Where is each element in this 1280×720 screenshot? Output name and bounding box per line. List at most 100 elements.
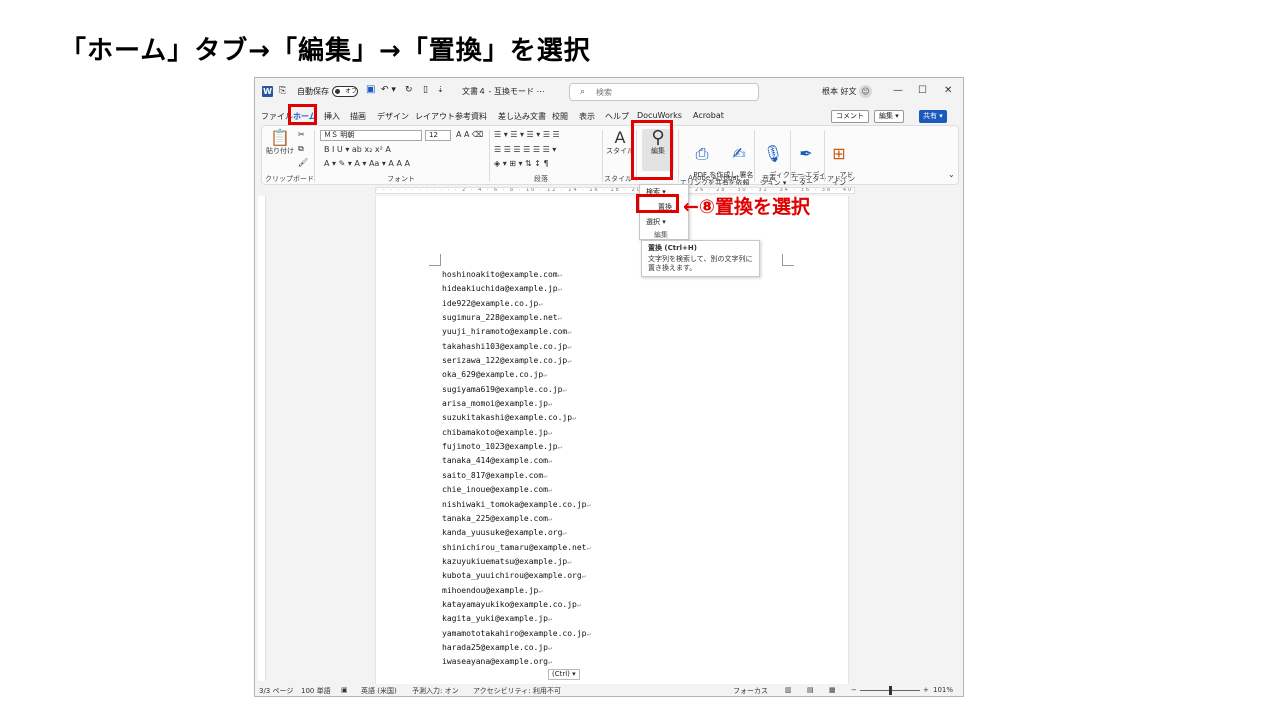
- web-layout-icon[interactable]: ▦: [829, 686, 836, 694]
- paste-options-button[interactable]: (Ctrl) ▾: [548, 669, 580, 680]
- tab-help[interactable]: ヘルプ: [605, 111, 629, 122]
- email-text: chibamakoto@example.jp: [442, 427, 548, 437]
- document-line[interactable]: serizawa_122@example.co.jp↵: [442, 354, 591, 368]
- paragraph-mark-icon: ↵: [547, 486, 553, 495]
- paragraph-mark-icon: ↵: [538, 586, 543, 595]
- email-text: tanaka_414@example.com: [442, 456, 548, 466]
- document-line[interactable]: tanaka_225@example.com↵: [442, 512, 591, 526]
- document-line[interactable]: yamamototakahiro@example.co.jp↵: [442, 627, 591, 641]
- separator: [754, 130, 755, 182]
- document-line[interactable]: chie_inoue@example.com↵: [442, 483, 591, 497]
- document-line[interactable]: saito_817@example.com↵: [442, 469, 591, 483]
- email-text: oka_629@example.co.jp: [442, 370, 544, 380]
- document-line[interactable]: suzukitakashi@example.co.jp↵: [442, 411, 591, 425]
- font-grow-icons[interactable]: A A ⌫: [456, 130, 483, 139]
- document-line[interactable]: kanda_yuusuke@example.org↵: [442, 526, 591, 540]
- document-line[interactable]: fujimoto_1023@example.jp↵: [442, 440, 591, 454]
- document-line[interactable]: takahashi103@example.co.jp↵: [442, 340, 591, 354]
- share-button[interactable]: 共有 ▾: [919, 110, 947, 123]
- tab-layout[interactable]: レイアウト: [415, 111, 455, 122]
- tab-docuworks[interactable]: DocuWorks: [637, 111, 682, 120]
- tab-mailings[interactable]: 差し込み文書: [498, 111, 546, 122]
- maximize-button[interactable]: ☐: [918, 85, 927, 96]
- paragraph-mark-icon: ↵: [547, 400, 553, 409]
- document-line[interactable]: hoshinoakito@example.com↵: [442, 268, 591, 282]
- avatar[interactable]: ☺: [859, 85, 872, 98]
- select-menu-item[interactable]: 選択 ▾: [646, 217, 666, 227]
- document-line[interactable]: yuuji_hiramoto@example.com↵: [442, 325, 591, 339]
- page-count[interactable]: 3/3 ページ: [259, 686, 293, 696]
- focus-button[interactable]: フォーカス: [733, 686, 768, 696]
- tab-insert[interactable]: 挿入: [324, 111, 340, 122]
- document-line[interactable]: sugiyama619@example.co.jp↵: [442, 383, 591, 397]
- document-line[interactable]: oka_629@example.co.jp↵: [442, 368, 591, 382]
- document-line[interactable]: kazuyukiuematsu@example.jp↵: [442, 555, 591, 569]
- document-line[interactable]: chibamakoto@example.jp↵: [442, 426, 591, 440]
- paragraph-mark-icon: ↵: [586, 629, 591, 638]
- minimize-button[interactable]: —: [893, 85, 903, 96]
- document-line[interactable]: hideakiuchida@example.jp↵: [442, 282, 591, 296]
- document-line[interactable]: tanaka_414@example.com↵: [442, 454, 591, 468]
- zoom-level[interactable]: 101%: [933, 686, 953, 694]
- undo-button[interactable]: ↶ ▾: [381, 85, 396, 95]
- email-text: fujimoto_1023@example.jp: [442, 442, 558, 452]
- document-line[interactable]: kubota_yuuichirou@example.org↵: [442, 569, 591, 583]
- font-size-select[interactable]: 12: [425, 130, 451, 141]
- paste-label: 貼り付け: [266, 147, 294, 155]
- zoom-in-icon[interactable]: +: [923, 686, 929, 694]
- styles-button[interactable]: A スタイル: [606, 129, 634, 156]
- customize-toolbar-icon[interactable]: ⇣: [437, 85, 444, 94]
- document-line[interactable]: ide922@example.co.jp↵: [442, 297, 591, 311]
- read-mode-icon[interactable]: ▥: [785, 686, 792, 694]
- search-box[interactable]: ⌕: [569, 83, 759, 101]
- zoom-out-icon[interactable]: −: [851, 686, 857, 694]
- tab-draw[interactable]: 描画: [350, 111, 366, 122]
- word-count[interactable]: 100 単語: [301, 686, 331, 696]
- copy-icon[interactable]: ⧉: [298, 144, 304, 154]
- proofing-icon[interactable]: ▣: [341, 686, 348, 694]
- document-text[interactable]: hoshinoakito@example.com↵ hideakiuchida@e…: [442, 268, 591, 670]
- tab-references[interactable]: 参考資料: [455, 111, 487, 122]
- language-status[interactable]: 英語 (米国): [361, 686, 397, 696]
- search-input[interactable]: [596, 86, 746, 98]
- save-icon[interactable]: ▣: [366, 84, 375, 95]
- document-line[interactable]: katayamayukiko@example.co.jp↵: [442, 598, 591, 612]
- tab-view[interactable]: 表示: [579, 111, 595, 122]
- email-text: shinichirou_tamaru@example.net: [442, 542, 587, 552]
- paste-button[interactable]: 📋 貼り付け: [266, 129, 294, 156]
- font-format-row[interactable]: B I U ▾ ab x₂ x² A: [324, 145, 391, 154]
- tab-acrobat[interactable]: Acrobat: [693, 111, 724, 120]
- shading-row[interactable]: ◈ ▾ ⊞ ▾ ⇅ ↕ ¶: [494, 159, 549, 168]
- tooltip-title: 置換 (Ctrl+H): [648, 244, 697, 252]
- collapse-ribbon-icon[interactable]: ⌄: [948, 170, 955, 179]
- document-line[interactable]: sugimura_228@example.net↵: [442, 311, 591, 325]
- accessibility-status[interactable]: アクセシビリティ: 利用不可: [473, 686, 561, 696]
- tab-design[interactable]: デザイン: [377, 111, 409, 122]
- redo-button[interactable]: ↻: [405, 85, 413, 95]
- print-layout-icon[interactable]: ▤: [807, 686, 814, 694]
- tab-review[interactable]: 校閲: [552, 111, 568, 122]
- comment-button[interactable]: コメント: [831, 110, 869, 123]
- list-row[interactable]: ☰ ▾ ☰ ▾ ☰ ▾ ☰ ☰: [494, 130, 560, 139]
- edit-mode-button[interactable]: 編集 ▾: [874, 110, 904, 123]
- predictive-input-status[interactable]: 予測入力: オン: [412, 686, 459, 696]
- voice-group-label: 音声: [762, 175, 776, 183]
- align-row[interactable]: ☰ ☰ ☰ ☰ ☰ ☰ ▾: [494, 145, 556, 154]
- new-document-icon[interactable]: ▯: [423, 85, 428, 95]
- document-page[interactable]: hoshinoakito@example.com↵ hideakiuchida@e…: [375, 196, 849, 686]
- document-line[interactable]: harada25@example.co.jp↵: [442, 641, 591, 655]
- document-line[interactable]: kagita_yuki@example.jp↵: [442, 612, 591, 626]
- document-line[interactable]: iwaseayana@example.org↵: [442, 655, 591, 669]
- format-painter-icon[interactable]: 🖌: [298, 158, 308, 167]
- document-line[interactable]: arisa_momoi@example.jp↵: [442, 397, 591, 411]
- font-name-select[interactable]: ＭＳ 明朝: [320, 130, 422, 141]
- cut-icon[interactable]: ✂: [298, 130, 305, 139]
- document-line[interactable]: shinichirou_tamaru@example.net↵: [442, 541, 591, 555]
- zoom-slider-thumb[interactable]: [889, 686, 892, 695]
- document-line[interactable]: nishiwaki_tomoka@example.co.jp↵: [442, 498, 591, 512]
- autosave-toggle[interactable]: オフ: [332, 86, 358, 97]
- paragraph-mark-icon: ↵: [567, 557, 572, 566]
- font-color-row[interactable]: A ▾ ✎ ▾ A ▾ Aa ▾ A A A: [324, 159, 410, 168]
- document-line[interactable]: mihoendou@example.jp↵: [442, 584, 591, 598]
- close-button[interactable]: ✕: [944, 85, 952, 96]
